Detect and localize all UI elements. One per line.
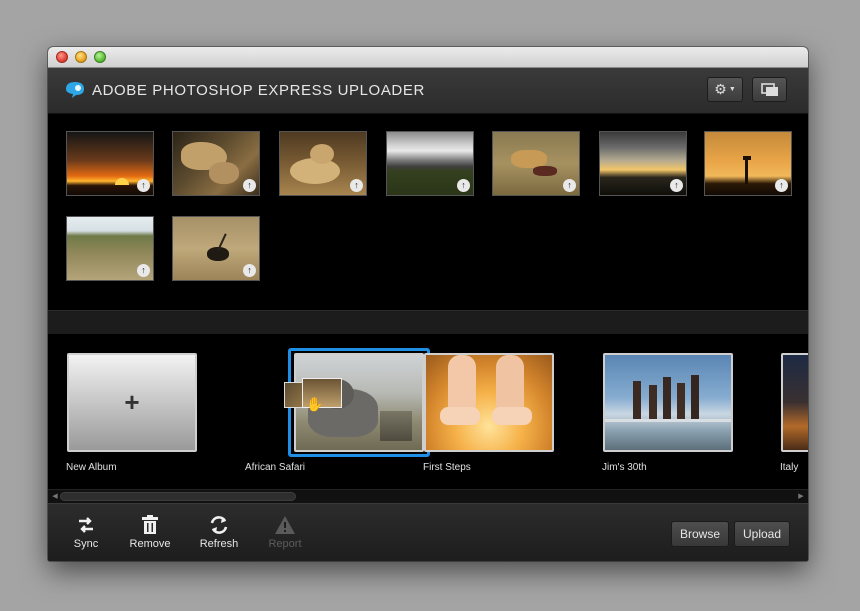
photo-thumbnail[interactable]: ↑: [172, 216, 260, 281]
album-label: First Steps: [423, 462, 471, 473]
album-first-steps[interactable]: [424, 353, 557, 455]
warning-icon: [275, 516, 295, 534]
album-cover-image: [605, 355, 731, 450]
album-label: Italy: [780, 462, 799, 473]
app-logo-icon: [66, 82, 84, 98]
photo-thumbnail[interactable]: ↑: [279, 131, 367, 196]
photo-thumbnail[interactable]: ↑: [66, 131, 154, 196]
upload-button[interactable]: Upload: [734, 521, 791, 547]
upload-arrow-icon: ↑: [563, 179, 576, 192]
remove-label: Remove: [129, 538, 171, 550]
close-window-button[interactable]: [56, 51, 68, 63]
window-stack-icon: [760, 82, 778, 96]
upload-arrow-icon: ↑: [137, 264, 150, 277]
upload-arrow-icon: ↑: [243, 179, 256, 192]
horizontal-scrollbar[interactable]: ◀ ▶: [48, 489, 808, 503]
scrollbar-thumb[interactable]: [60, 492, 296, 501]
sync-label: Sync: [73, 538, 99, 550]
app-header: ADOBE PHOTOSHOP EXPRESS UPLOADER ⚙ ▼: [48, 68, 808, 114]
remove-button[interactable]: Remove: [122, 514, 178, 556]
photo-thumbnail[interactable]: ↑: [599, 131, 687, 196]
photo-grid: ↑ ↑ ↑ ↑ ↑ ↑ ↑ ↑ ↑: [48, 114, 808, 310]
photo-thumbnail[interactable]: ↑: [704, 131, 792, 196]
album-new[interactable]: +: [67, 353, 200, 455]
album-label: New Album: [66, 462, 117, 473]
refresh-button[interactable]: Refresh: [191, 514, 247, 556]
dragged-photos[interactable]: ✋: [284, 378, 342, 413]
album-cover-image: [426, 355, 552, 450]
scroll-left-icon[interactable]: ◀: [50, 491, 60, 502]
upload-arrow-icon: ↑: [670, 179, 683, 192]
sync-button[interactable]: Sync: [58, 514, 114, 556]
app-title: ADOBE PHOTOSHOP EXPRESS UPLOADER: [92, 82, 425, 99]
album-strip: + New Album African Safari ✋ First Steps…: [48, 334, 808, 489]
album-cover-image: [783, 355, 808, 450]
plus-icon: +: [69, 355, 195, 450]
settings-menu-button[interactable]: ⚙ ▼: [707, 77, 743, 102]
gear-icon: ⚙: [714, 81, 727, 97]
upload-arrow-icon: ↑: [243, 264, 256, 277]
bottom-toolbar: Sync Remove Refresh Report Browse Upload: [48, 503, 808, 561]
photo-thumbnail[interactable]: ↑: [492, 131, 580, 196]
upload-arrow-icon: ↑: [457, 179, 470, 192]
zoom-window-button[interactable]: [94, 51, 106, 63]
album-label: Jim's 30th: [602, 462, 647, 473]
refresh-label: Refresh: [199, 538, 239, 550]
photo-thumbnail[interactable]: ↑: [66, 216, 154, 281]
album-label: African Safari: [245, 462, 306, 473]
report-button[interactable]: Report: [257, 514, 313, 556]
panel-divider[interactable]: [48, 310, 808, 335]
title-bar[interactable]: [48, 47, 808, 68]
refresh-icon: [210, 516, 228, 534]
app-window: ADOBE PHOTOSHOP EXPRESS UPLOADER ⚙ ▼ ↑ ↑ …: [48, 47, 808, 561]
report-label: Report: [268, 538, 302, 550]
sync-icon: [79, 517, 93, 533]
browse-button[interactable]: Browse: [671, 521, 730, 547]
chevron-down-icon: ▼: [728, 86, 736, 93]
trash-icon: [142, 515, 158, 534]
album-italy[interactable]: [781, 353, 808, 455]
scroll-right-icon[interactable]: ▶: [796, 491, 806, 502]
upload-arrow-icon: ↑: [775, 179, 788, 192]
album-jims-30th[interactable]: [603, 353, 736, 455]
photo-thumbnail[interactable]: ↑: [386, 131, 474, 196]
minimize-window-button[interactable]: [75, 51, 87, 63]
grab-hand-icon: ✋: [306, 396, 324, 412]
photo-thumbnail[interactable]: ↑: [172, 131, 260, 196]
window-mode-button[interactable]: [752, 77, 787, 102]
upload-arrow-icon: ↑: [137, 179, 150, 192]
upload-arrow-icon: ↑: [350, 179, 363, 192]
